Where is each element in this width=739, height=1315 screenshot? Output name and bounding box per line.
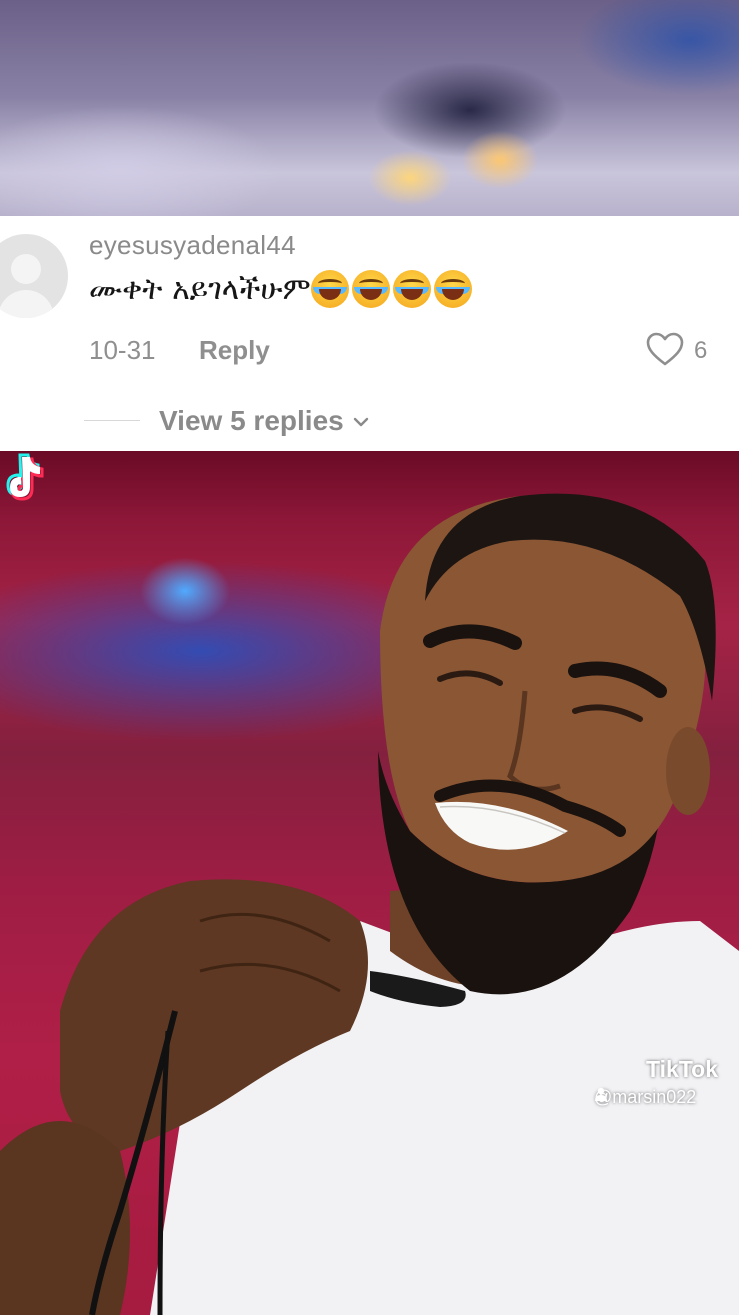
video-frame[interactable]: TikTok @marsin022 [0, 451, 739, 1315]
laughing-emoji-icon [433, 270, 472, 308]
view-replies-label: View 5 replies [159, 405, 344, 436]
default-avatar-icon [0, 234, 68, 318]
background-video-strip [0, 0, 739, 216]
comment-card: eyesusyadenal44 ሙቀት አይገላችሁም 10-31 Reply … [0, 216, 739, 451]
tiktok-logo-icon [6, 453, 44, 501]
comment-username[interactable]: eyesusyadenal44 [89, 230, 296, 261]
laughing-emoji-icon [392, 270, 431, 308]
comment-text: ሙቀት አይገላችሁም [89, 271, 311, 307]
view-replies-button[interactable]: View 5 replies [159, 405, 370, 437]
avatar[interactable] [0, 234, 68, 318]
person-icon [595, 1087, 607, 1101]
laughing-emoji-icon [310, 270, 349, 308]
laughing-emoji-icon [351, 270, 390, 308]
heart-icon[interactable] [645, 330, 685, 370]
chevron-down-icon [353, 417, 368, 427]
comment-date: 10-31 [89, 335, 156, 365]
comment-body: ሙቀት አይገላችሁም [89, 270, 475, 308]
replies-divider [84, 420, 140, 421]
video-content-illustration [0, 493, 739, 1315]
emoji-row [310, 270, 475, 308]
reply-button[interactable]: Reply [199, 335, 270, 366]
creator-handle: @marsin022 [594, 1087, 696, 1108]
tiktok-watermark-text: TikTok [646, 1056, 718, 1082]
like-count: 6 [694, 337, 708, 364]
creator-handle-text: @marsin022 [594, 1087, 697, 1107]
